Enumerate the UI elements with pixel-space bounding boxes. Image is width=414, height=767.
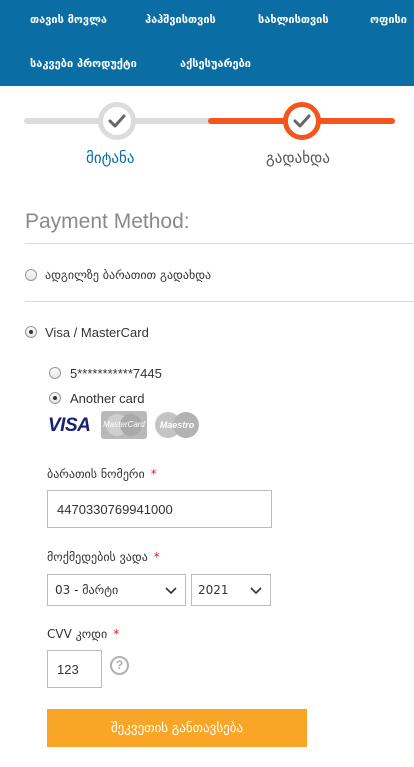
nav-item-kids[interactable]: ჰაჰშვისთვის	[145, 13, 216, 26]
nav-item-accessories[interactable]: აქსესუარები	[180, 57, 251, 70]
expiry-year-select[interactable]: 2021	[191, 574, 271, 606]
nav-item-food[interactable]: საკვები პროდუქტი	[30, 57, 137, 70]
expiry-label-text: მოქმედების ვადა	[47, 550, 148, 564]
radio-visa-mastercard[interactable]	[25, 326, 37, 338]
radio-pay-on-site[interactable]	[25, 269, 37, 281]
card-number-label: ბარათის ნომერი *	[47, 467, 157, 481]
card-number-input[interactable]: 4470330769941000	[47, 490, 272, 528]
another-card-label[interactable]: Another card	[70, 391, 144, 406]
mastercard-logo: MasterCard	[101, 411, 147, 439]
step-delivery-label[interactable]: მიტანა	[86, 149, 135, 167]
saved-card-label[interactable]: 5***********7445	[70, 366, 162, 381]
expiry-year-value: 2021	[198, 583, 229, 597]
cvv-label: CVV კოდი *	[47, 627, 119, 641]
radio-saved-card[interactable]	[49, 367, 61, 379]
step-payment-indicator	[283, 102, 321, 140]
card-number-label-text: ბარათის ნომერი	[47, 467, 145, 481]
radio-visa-mastercard-label[interactable]: Visa / MasterCard	[45, 325, 149, 340]
payment-method-title: Payment Method:	[25, 210, 190, 233]
check-icon	[108, 114, 126, 128]
top-nav: თავის მოვლა ჰაჰშვისთვის სახლისთვის ოფისი…	[0, 0, 414, 86]
help-icon[interactable]: ?	[110, 656, 129, 675]
chevron-down-icon	[250, 587, 262, 595]
step-delivery-indicator[interactable]	[98, 102, 136, 140]
place-order-button[interactable]: შეკვეთის განთავსება	[47, 709, 307, 747]
expiry-month-value: 03 - მარტი	[55, 583, 119, 597]
step-payment-label: გადახდა	[266, 149, 330, 167]
required-mark: *	[150, 467, 157, 481]
nav-item-head-care[interactable]: თავის მოვლა	[30, 13, 107, 26]
cvv-input[interactable]: 123	[47, 650, 102, 688]
expiry-label: მოქმედების ვადა *	[47, 550, 160, 564]
cvv-label-text: CVV კოდი	[47, 627, 108, 641]
maestro-logo: Maestro	[155, 411, 199, 439]
chevron-down-icon	[165, 587, 177, 595]
radio-another-card[interactable]	[49, 392, 61, 404]
nav-item-home[interactable]: სახლისთვის	[258, 13, 329, 26]
maestro-logo-text: Maestro	[159, 420, 195, 430]
radio-pay-on-site-label[interactable]: ადგილზე ბარათით გადახდა	[45, 268, 211, 282]
check-icon	[293, 114, 311, 128]
expiry-month-select[interactable]: 03 - მარტი	[47, 574, 186, 606]
visa-logo: VISA	[48, 415, 91, 436]
divider	[25, 301, 414, 302]
divider	[25, 243, 414, 244]
nav-item-office[interactable]: ოფისი	[370, 13, 407, 26]
required-mark: *	[153, 550, 160, 564]
mastercard-logo-text: MasterCard	[103, 420, 145, 429]
required-mark: *	[113, 627, 120, 641]
